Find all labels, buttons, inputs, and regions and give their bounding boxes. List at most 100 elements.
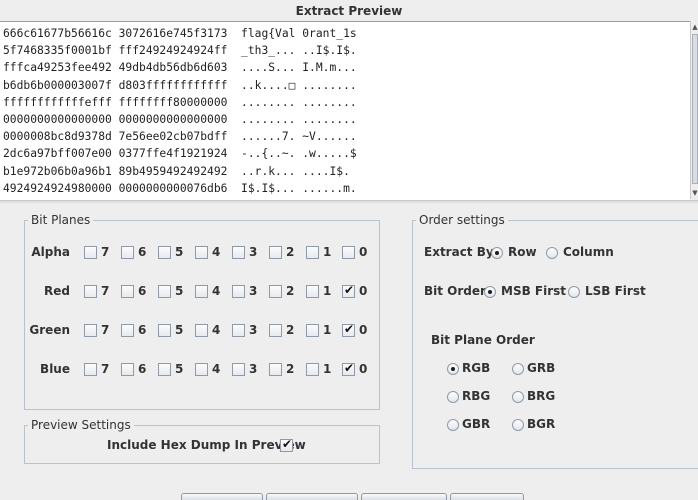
bit-plane-checkbox-alpha-6[interactable] (121, 246, 134, 259)
window-title: Extract Preview (295, 4, 403, 18)
bit-plane-checkbox-alpha-1[interactable] (306, 246, 319, 259)
preview-hex-dump: 666c61677b56616c 3072616e745f3173 flag{V… (0, 22, 690, 200)
bit-plane-checkbox-label: 4 (212, 245, 221, 259)
plane-order-brg-radio[interactable] (512, 391, 524, 403)
preview-line: ffffffffffffefff ffffffff80000000 ......… (3, 95, 357, 109)
bit-plane-checkbox-green-0[interactable] (342, 322, 355, 337)
extract-preview-text-area[interactable]: 666c61677b56616c 3072616e745f3173 flag{V… (0, 21, 690, 201)
bit-plane-row-label-alpha: Alpha (31, 245, 70, 259)
plane-order-gbr-label: GBR (462, 417, 491, 431)
bit-plane-checkbox-alpha-0[interactable] (342, 246, 355, 259)
scrollbar-thumb[interactable] (692, 34, 698, 184)
include-hex-dump-checkbox[interactable] (280, 437, 293, 452)
bit-plane-checkbox-label: 6 (138, 362, 147, 376)
bit-order-lsb-first-radio[interactable] (568, 286, 580, 298)
bit-plane-checkbox-blue-3[interactable] (232, 363, 245, 376)
preview-line: 0000000000000000 0000000000000000 ......… (3, 113, 357, 127)
bit-order-label: Bit Order (424, 284, 486, 298)
bit-planes-panel: Bit Planes (24, 213, 380, 410)
bit-plane-checkbox-blue-0[interactable] (342, 361, 355, 376)
bit-order-msb-first-label: MSB First (501, 284, 567, 298)
bit-plane-checkbox-red-7[interactable] (84, 285, 97, 298)
bit-plane-checkbox-label: 5 (175, 284, 184, 298)
bit-plane-checkbox-label: 0 (359, 284, 368, 298)
scroll-up-arrow-icon[interactable]: ▲ (691, 23, 698, 31)
bit-order-lsb-first-label: LSB First (585, 284, 646, 298)
bottom-button-4[interactable] (450, 493, 524, 500)
bit-plane-checkbox-blue-1[interactable] (306, 363, 319, 376)
bit-plane-checkbox-red-2[interactable] (269, 285, 282, 298)
bit-plane-checkbox-label: 3 (249, 323, 258, 337)
plane-order-bgr-radio[interactable] (512, 419, 524, 431)
bit-plane-checkbox-red-0[interactable] (342, 283, 355, 298)
preview-line: b1e972b06b0a96b1 89b4959492492492 ..r.k.… (3, 164, 350, 178)
bit-plane-row-label-red: Red (44, 284, 70, 298)
bit-plane-checkbox-alpha-2[interactable] (269, 246, 282, 259)
bit-plane-checkbox-blue-5[interactable] (158, 363, 171, 376)
bit-plane-checkbox-green-1[interactable] (306, 324, 319, 337)
bit-plane-checkbox-green-4[interactable] (195, 324, 208, 337)
bit-plane-checkbox-label: 5 (175, 323, 184, 337)
preview-line: 0000008bc8d9378d 7e56ee02cb07bdff ......… (3, 130, 357, 144)
bit-plane-checkbox-alpha-5[interactable] (158, 246, 171, 259)
bottom-button-1[interactable] (181, 493, 263, 500)
bit-plane-checkbox-red-3[interactable] (232, 285, 245, 298)
bit-plane-checkbox-green-2[interactable] (269, 324, 282, 337)
bit-plane-checkbox-blue-2[interactable] (269, 363, 282, 376)
bit-plane-checkbox-blue-4[interactable] (195, 363, 208, 376)
bit-planes-legend: Bit Planes (31, 213, 91, 227)
preview-line: b6db6b000003007f d803ffffffffffff ..k...… (3, 78, 357, 92)
bit-order-msb-first-radio[interactable] (484, 286, 496, 298)
bit-plane-checkbox-label: 2 (286, 284, 295, 298)
bit-plane-checkbox-label: 3 (249, 362, 258, 376)
bit-plane-order-label: Bit Plane Order (431, 333, 535, 347)
bit-plane-checkbox-label: 2 (286, 362, 295, 376)
plane-order-grb-radio[interactable] (512, 363, 524, 375)
bit-plane-checkbox-red-6[interactable] (121, 285, 134, 298)
bit-plane-checkbox-label: 3 (249, 284, 258, 298)
bit-plane-checkbox-red-4[interactable] (195, 285, 208, 298)
bit-plane-checkbox-label: 7 (101, 245, 110, 259)
bit-plane-checkbox-label: 0 (359, 245, 368, 259)
bit-plane-checkbox-label: 6 (138, 284, 147, 298)
preview-line: 4924924924980000 0000000000076db6 I$.I$.… (3, 181, 357, 195)
extract-by-row-radio[interactable] (491, 247, 503, 259)
bit-plane-checkbox-label: 5 (175, 245, 184, 259)
plane-order-brg-label: BRG (527, 389, 556, 403)
scroll-down-arrow-icon[interactable]: ▼ (691, 189, 698, 197)
order-settings-legend: Order settings (419, 213, 505, 227)
bit-plane-checkbox-label: 4 (212, 362, 221, 376)
bit-plane-checkbox-alpha-4[interactable] (195, 246, 208, 259)
bit-plane-checkbox-label: 1 (323, 284, 332, 298)
preview-vertical-scrollbar[interactable]: ▲ ▼ (690, 21, 698, 199)
extract-by-label: Extract By (424, 245, 494, 259)
bit-plane-checkbox-label: 6 (138, 245, 147, 259)
preview-line: fffca49253fee492 49db4db56db6d603 ....S.… (3, 61, 357, 75)
bit-plane-checkbox-label: 1 (323, 362, 332, 376)
bit-plane-checkbox-red-5[interactable] (158, 285, 171, 298)
bit-plane-checkbox-green-3[interactable] (232, 324, 245, 337)
bit-plane-checkbox-alpha-7[interactable] (84, 246, 97, 259)
bit-plane-checkbox-green-5[interactable] (158, 324, 171, 337)
preview-line: 666c61677b56616c 3072616e745f3173 flag{V… (3, 27, 357, 40)
bottom-button-3[interactable] (361, 493, 447, 500)
split-pane-divider[interactable] (0, 200, 698, 203)
bit-plane-checkbox-blue-7[interactable] (84, 363, 97, 376)
plane-order-rbg-radio[interactable] (447, 391, 459, 403)
bit-plane-checkbox-green-7[interactable] (84, 324, 97, 337)
bit-plane-checkbox-blue-6[interactable] (121, 363, 134, 376)
preview-settings-legend: Preview Settings (31, 418, 131, 432)
bit-plane-checkbox-label: 2 (286, 245, 295, 259)
bit-plane-checkbox-label: 1 (323, 245, 332, 259)
preview-line: 2dc6a97bff007e00 0377ffe4f1921924 -..{..… (3, 147, 357, 161)
extract-by-row-label: Row (508, 245, 537, 259)
bottom-button-2[interactable] (266, 493, 358, 500)
bit-plane-checkbox-red-1[interactable] (306, 285, 319, 298)
plane-order-rgb-radio[interactable] (447, 363, 459, 375)
extract-by-column-radio[interactable] (546, 247, 558, 259)
plane-order-rgb-label: RGB (462, 361, 491, 375)
bit-plane-checkbox-alpha-3[interactable] (232, 246, 245, 259)
plane-order-gbr-radio[interactable] (447, 419, 459, 431)
bit-plane-checkbox-label: 4 (212, 323, 221, 337)
bit-plane-checkbox-green-6[interactable] (121, 324, 134, 337)
